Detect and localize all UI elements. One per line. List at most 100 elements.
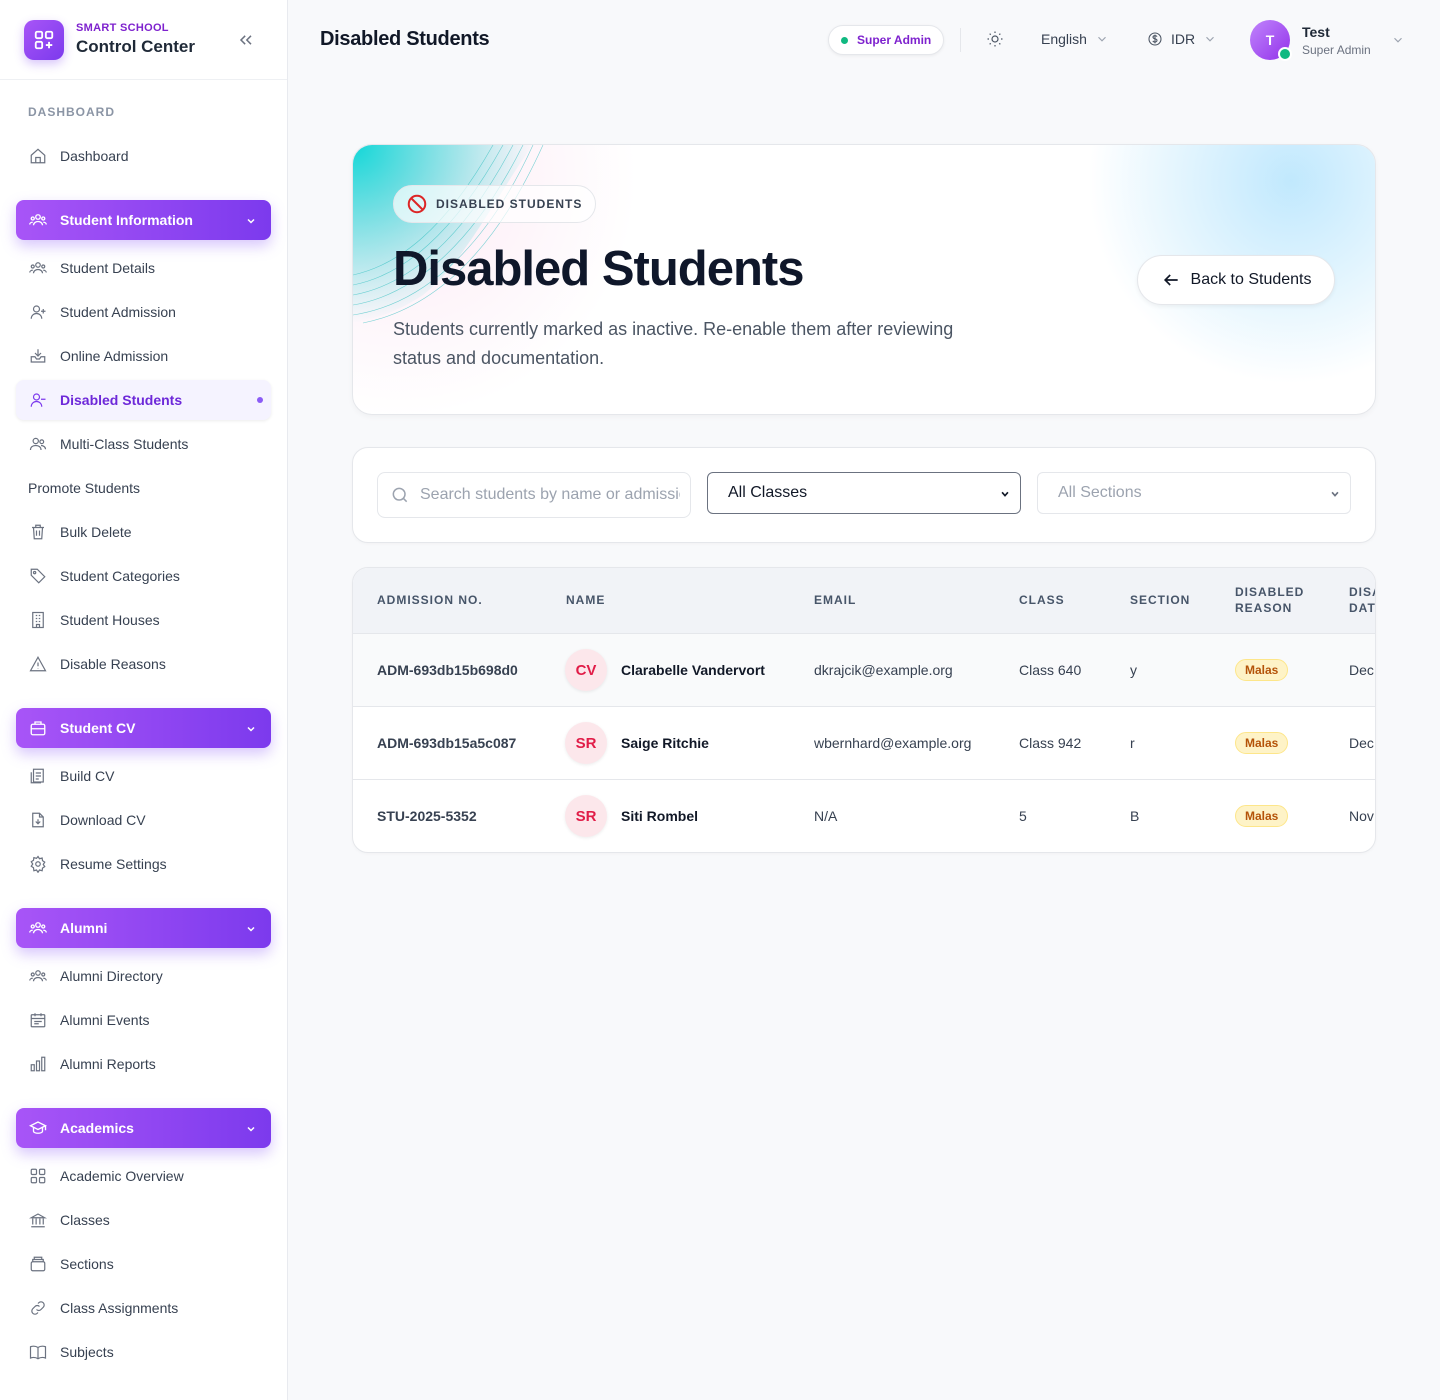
user-name: Test <box>1302 23 1330 40</box>
sidebar-item-label: Student Details <box>60 260 155 276</box>
back-button-label: Back to Students <box>1190 271 1312 288</box>
class-select-value: All Classes <box>728 484 808 501</box>
sidebar-item-subjects[interactable]: Subjects <box>16 1332 271 1372</box>
layers-icon <box>28 1254 48 1274</box>
hero-card: DISABLED STUDENTS Disabled Students Stud… <box>352 144 1376 415</box>
column-header-admission: ADMISSION NO. <box>377 593 483 607</box>
calendar-icon <box>28 1010 48 1030</box>
sidebar-group-academics[interactable]: Academics <box>16 1108 271 1148</box>
hero-pattern <box>353 145 544 324</box>
sidebar-item-alumni-directory[interactable]: Alumni Directory <box>16 956 271 996</box>
sidebar-item-label: Disable Reasons <box>60 656 166 672</box>
collapse-sidebar-icon[interactable] <box>236 30 256 50</box>
user-menu[interactable]: T Test Super Admin <box>1250 20 1405 61</box>
table-row[interactable]: STU-2025-5352 SR Siti Rombel N/A 5 B Mal… <box>353 780 1375 852</box>
user-role: Super Admin <box>1302 42 1371 57</box>
column-header-section: SECTION <box>1130 593 1191 607</box>
disabled-date: Dec <box>1349 662 1374 678</box>
sun-icon[interactable] <box>986 30 1006 50</box>
admission-number: ADM-693db15a5c087 <box>377 735 517 751</box>
brand: SMART SCHOOL Control Center <box>0 0 287 80</box>
sidebar-item-download-cv[interactable]: Download CV <box>16 800 271 840</box>
section-select[interactable]: All Sections <box>1037 472 1351 514</box>
currency-label: IDR <box>1171 31 1196 47</box>
table-row[interactable]: ADM-693db15a5c087 SR Saige Ritchie wbern… <box>353 707 1375 780</box>
sidebar-item-student-houses[interactable]: Student Houses <box>16 600 271 640</box>
bar-chart-icon <box>28 1054 48 1074</box>
student-email: wbernhard@example.org <box>814 735 972 751</box>
reason-badge: Malas <box>1235 732 1289 754</box>
sidebar-item-promote-students[interactable]: Promote Students <box>16 468 271 508</box>
sidebar-item-label: Alumni Events <box>60 1012 150 1028</box>
sidebar-group-alumni[interactable]: Alumni <box>16 908 271 948</box>
sidebar-item-multi-class-students[interactable]: Multi-Class Students <box>16 424 271 464</box>
sidebar-item-alumni-reports[interactable]: Alumni Reports <box>16 1044 271 1084</box>
disabled-date: Dec <box>1349 735 1374 751</box>
section-select-value: All Sections <box>1058 484 1142 501</box>
grid-icon <box>28 1166 48 1186</box>
student-section: y <box>1130 662 1137 678</box>
sidebar-group-student-cv[interactable]: Student CV <box>16 708 271 748</box>
back-to-students-button[interactable]: Back to Students <box>1137 255 1335 305</box>
student-name-cell: SR Saige Ritchie <box>565 722 709 764</box>
column-header-disabled-date: DISA DAT <box>1349 584 1375 616</box>
link-icon <box>28 1298 48 1318</box>
sidebar-item-label: Alumni Directory <box>60 968 163 984</box>
sidebar-item-disabled-students[interactable]: Disabled Students <box>16 380 271 420</box>
sidebar-item-student-categories[interactable]: Student Categories <box>16 556 271 596</box>
currency-icon <box>1148 32 1162 46</box>
sidebar-group-label: Alumni <box>60 920 108 936</box>
chevron-down-icon <box>1001 491 1009 497</box>
sidebar-group-student-information[interactable]: Student Information <box>16 200 271 240</box>
sidebar-item-sections[interactable]: Sections <box>16 1244 271 1284</box>
ban-icon <box>407 194 427 214</box>
brand-subtitle: SMART SCHOOL <box>76 22 169 34</box>
language-dropdown[interactable]: English <box>1041 31 1109 47</box>
reason-badge: Malas <box>1235 805 1289 827</box>
sidebar-item-label: Build CV <box>60 768 115 784</box>
briefcase-icon <box>28 718 48 738</box>
currency-dropdown[interactable]: IDR <box>1147 31 1217 47</box>
student-class: 5 <box>1019 808 1027 824</box>
sidebar-item-online-admission[interactable]: Online Admission <box>16 336 271 376</box>
sidebar-item-bulk-delete[interactable]: Bulk Delete <box>16 512 271 552</box>
brand-title: Control Center <box>76 37 195 56</box>
sidebar-item-label: Student Houses <box>60 612 160 628</box>
file-download-icon <box>28 810 48 830</box>
search-input[interactable] <box>420 486 680 504</box>
sidebar-item-alumni-events[interactable]: Alumni Events <box>16 1000 271 1040</box>
hero-badge-label: DISABLED STUDENTS <box>436 197 583 211</box>
user-plus-icon <box>28 302 48 322</box>
class-select[interactable]: All Classes <box>707 472 1021 514</box>
users-icon <box>28 258 48 278</box>
chevron-down-icon <box>245 922 257 938</box>
column-header-class: CLASS <box>1019 593 1065 607</box>
role-badge: Super Admin <box>828 25 945 55</box>
chevron-down-icon <box>245 1122 257 1138</box>
student-section: r <box>1130 735 1135 751</box>
sidebar-item-student-admission[interactable]: Student Admission <box>16 292 271 332</box>
sidebar-item-resume-settings[interactable]: Resume Settings <box>16 844 271 884</box>
admission-number: STU-2025-5352 <box>377 808 477 824</box>
bank-icon <box>28 1210 48 1230</box>
sidebar-item-label: Student Categories <box>60 568 180 584</box>
building-icon <box>28 610 48 630</box>
sidebar-item-student-details[interactable]: Student Details <box>16 248 271 288</box>
student-section: B <box>1130 808 1140 824</box>
sidebar-item-academic-overview[interactable]: Academic Overview <box>16 1156 271 1196</box>
top-header: Disabled Students Super Admin English ID… <box>288 0 1440 80</box>
table-row[interactable]: ADM-693db15b698d0 CV Clarabelle Vandervo… <box>353 634 1375 707</box>
warning-icon <box>28 654 48 674</box>
header-line: REASON <box>1235 601 1293 615</box>
disabled-reason-cell: Malas <box>1235 805 1289 827</box>
header-line: DISABLED <box>1235 585 1305 599</box>
sidebar-item-build-cv[interactable]: Build CV <box>16 756 271 796</box>
search-field[interactable] <box>377 472 691 518</box>
column-header-name: NAME <box>566 593 606 607</box>
sidebar-item-dashboard[interactable]: Dashboard <box>16 136 271 176</box>
divider <box>960 28 961 52</box>
sidebar-item-disable-reasons[interactable]: Disable Reasons <box>16 644 271 684</box>
avatar: CV <box>565 649 607 691</box>
sidebar-item-class-assignments[interactable]: Class Assignments <box>16 1288 271 1328</box>
sidebar-item-classes[interactable]: Classes <box>16 1200 271 1240</box>
